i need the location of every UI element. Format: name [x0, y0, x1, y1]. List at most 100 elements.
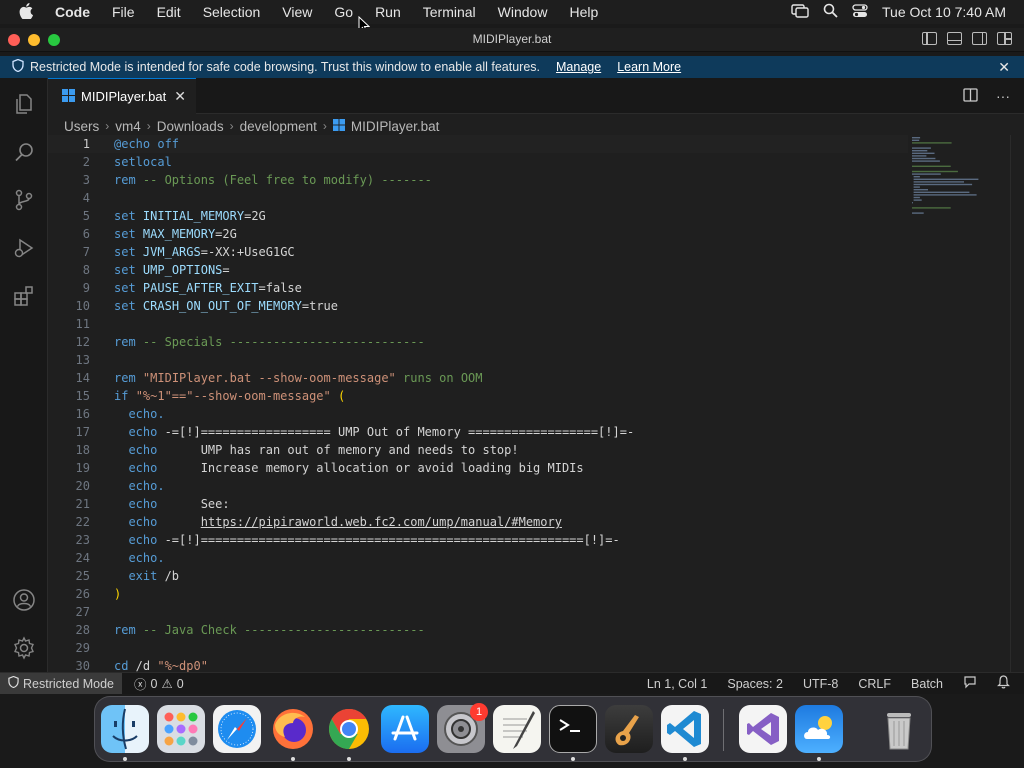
customize-layout-icon[interactable] [997, 32, 1012, 45]
menu-view[interactable]: View [271, 4, 323, 20]
code-line[interactable]: 1 @echo off [48, 135, 908, 153]
firefox-app-icon[interactable] [269, 705, 317, 753]
code-line[interactable]: 13 [48, 351, 908, 369]
finder-app-icon[interactable] [101, 705, 149, 753]
close-banner-icon[interactable]: ✕ [998, 59, 1010, 76]
warning-count: 0 [176, 676, 184, 691]
app-store-app-icon[interactable] [381, 705, 429, 753]
code-line-text: cd /d "%~dp0" [114, 659, 208, 672]
code-line[interactable]: 15 if "%~1"=="--show-oom-message" ( [48, 387, 908, 405]
code-line[interactable]: 27 [48, 603, 908, 621]
menu-window[interactable]: Window [487, 4, 559, 20]
code-line[interactable]: 20 echo. [48, 477, 908, 495]
code-line[interactable]: 11 [48, 315, 908, 333]
breadcrumb-downloads[interactable]: Downloads [157, 119, 224, 134]
terminal-app-icon[interactable] [549, 705, 597, 753]
launchpad-app-icon[interactable] [157, 705, 205, 753]
menu-selection[interactable]: Selection [192, 4, 272, 20]
apple-icon[interactable] [8, 2, 44, 22]
code-line[interactable]: 30 cd /d "%~dp0" [48, 657, 908, 672]
garageband-app-icon[interactable] [605, 705, 653, 753]
restricted-mode-indicator[interactable]: Restricted Mode [0, 673, 123, 694]
code-line[interactable]: 14 rem "MIDIPlayer.bat --show-oom-message… [48, 369, 908, 387]
minimap-line [913, 191, 970, 193]
line-number: 7 [82, 245, 90, 259]
code-line-text: set PAUSE_AFTER_EXIT=false [114, 281, 302, 295]
breadcrumb-development[interactable]: development [240, 119, 317, 134]
run-and-debug-icon[interactable] [12, 236, 36, 260]
editor-scrollbar[interactable] [1010, 135, 1024, 672]
control-center-icon[interactable] [852, 3, 868, 21]
line-number: 3 [82, 173, 90, 187]
extensions-icon[interactable] [12, 284, 36, 308]
problems-indicator[interactable]: ⓧ 0 ⚠ 0 [134, 674, 184, 693]
source-control-icon[interactable] [12, 188, 36, 212]
explorer-icon[interactable] [12, 92, 36, 116]
encoding[interactable]: UTF-8 [803, 677, 838, 691]
code-line-text: set JVM_ARGS=-XX:+UseG1GC [114, 245, 295, 259]
code-line[interactable]: 29 [48, 639, 908, 657]
code-line[interactable]: 24 echo. [48, 549, 908, 567]
manage-gear-icon[interactable] [12, 636, 36, 660]
trash-icon[interactable] [875, 705, 923, 753]
weather-app-icon[interactable] [795, 705, 843, 753]
feedback-icon[interactable] [963, 675, 977, 692]
code-line[interactable]: 2 setlocal [48, 153, 908, 171]
code-line[interactable]: 10 set CRASH_ON_OUT_OF_MEMORY=true [48, 297, 908, 315]
accounts-icon[interactable] [12, 588, 36, 612]
code-line[interactable]: 18 echo UMP has ran out of memory and ne… [48, 441, 908, 459]
code-line[interactable]: 4 [48, 189, 908, 207]
menu-run[interactable]: Run [364, 4, 412, 20]
menu-app-code[interactable]: Code [44, 4, 101, 20]
menu-file[interactable]: File [101, 4, 146, 20]
code-line[interactable]: 16 echo. [48, 405, 908, 423]
breadcrumb-users[interactable]: Users [64, 119, 99, 134]
close-tab-icon[interactable]: ✕ [174, 88, 186, 105]
code-line[interactable]: 12 rem -- Specials ----------------------… [48, 333, 908, 351]
learn-more-link[interactable]: Learn More [617, 60, 681, 74]
code-line[interactable]: 21 echo See: [48, 495, 908, 513]
menu-clock[interactable]: Tue Oct 10 7:40 AM [882, 4, 1006, 20]
chrome-app-icon[interactable] [325, 705, 373, 753]
code-line[interactable]: 28 rem -- Java Check --------------------… [48, 621, 908, 639]
indentation[interactable]: Spaces: 2 [727, 677, 783, 691]
code-line[interactable]: 26) [48, 585, 908, 603]
textedit-app-icon[interactable] [493, 705, 541, 753]
search-icon[interactable] [12, 140, 36, 164]
code-line[interactable]: 6 set MAX_MEMORY=2G [48, 225, 908, 243]
cursor-position[interactable]: Ln 1, Col 1 [647, 677, 707, 691]
tab-midiplayer-bat[interactable]: MIDIPlayer.bat ✕ [48, 78, 196, 114]
code-line[interactable]: 25 exit /b [48, 567, 908, 585]
code-line[interactable]: 23 echo -=[!]===========================… [48, 531, 908, 549]
code-line[interactable]: 17 echo -=[!]================== UMP Out … [48, 423, 908, 441]
visual-studio-app-icon[interactable] [739, 705, 787, 753]
minimap[interactable] [910, 135, 1000, 295]
breadcrumb-file[interactable]: MIDIPlayer.bat [351, 119, 440, 134]
menu-help[interactable]: Help [558, 4, 609, 20]
code-line[interactable]: 5 set INITIAL_MEMORY=2G [48, 207, 908, 225]
menu-edit[interactable]: Edit [146, 4, 192, 20]
language-mode[interactable]: Batch [911, 677, 943, 691]
toggle-secondary-sidebar-icon[interactable] [972, 32, 987, 45]
breadcrumb-vm4[interactable]: vm4 [115, 119, 141, 134]
menu-terminal[interactable]: Terminal [412, 4, 487, 20]
code-editor[interactable]: 1 @echo off 2 setlocal 3 rem -- Options (Feel… [48, 135, 908, 672]
more-actions-icon[interactable]: ··· [996, 88, 1010, 105]
code-line[interactable]: 3 rem -- Options (Feel free to modify) --… [48, 171, 908, 189]
toggle-panel-icon[interactable] [947, 32, 962, 45]
manage-link[interactable]: Manage [556, 60, 601, 74]
code-line[interactable]: 8 set UMP_OPTIONS= [48, 261, 908, 279]
line-number: 27 [75, 605, 90, 619]
safari-app-icon[interactable] [213, 705, 261, 753]
search-icon[interactable] [823, 3, 838, 21]
toggle-primary-sidebar-icon[interactable] [922, 32, 937, 45]
code-line[interactable]: 7 set JVM_ARGS=-XX:+UseG1GC [48, 243, 908, 261]
code-line[interactable]: 9 set PAUSE_AFTER_EXIT=false [48, 279, 908, 297]
code-line[interactable]: 22 echo https://pipiraworld.web.fc2.com/… [48, 513, 908, 531]
screen-mirroring-icon[interactable] [791, 3, 809, 21]
split-editor-icon[interactable] [963, 88, 978, 105]
vscode-app-icon[interactable] [661, 705, 709, 753]
end-of-line[interactable]: CRLF [858, 677, 891, 691]
code-line[interactable]: 19 echo Increase memory allocation or av… [48, 459, 908, 477]
notifications-bell-icon[interactable] [997, 675, 1010, 692]
